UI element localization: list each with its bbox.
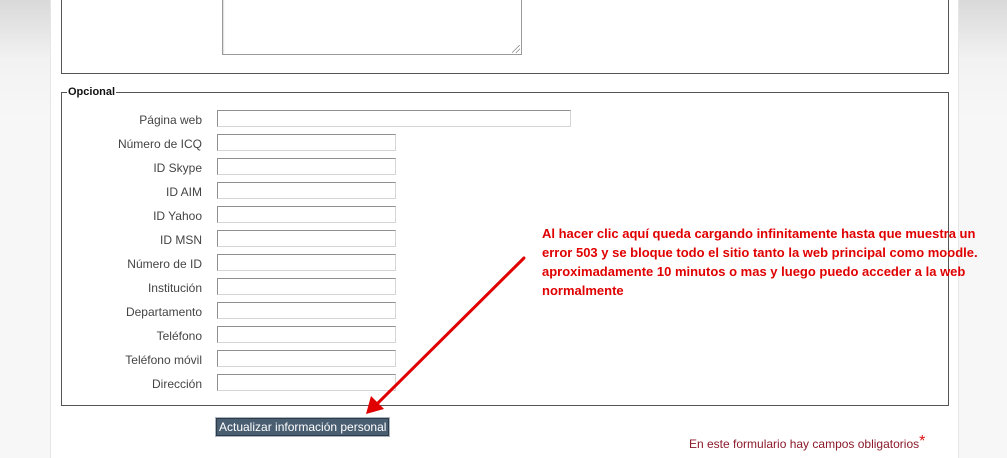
field-row-mobile-phone: Teléfono móvil — [62, 350, 948, 372]
id-number-label: Número de ID — [127, 257, 202, 271]
icq-input[interactable] — [217, 134, 396, 151]
institution-input[interactable] — [217, 278, 396, 295]
address-label: Dirección — [151, 377, 202, 391]
department-label: Departamento — [125, 305, 202, 319]
resize-handle-icon[interactable] — [512, 45, 520, 53]
field-row-address: Dirección — [62, 374, 948, 396]
description-fieldset — [61, 0, 949, 74]
field-row-icq: Número de ICQ — [62, 134, 948, 156]
field-row-department: Departamento — [62, 302, 948, 324]
field-row-phone: Teléfono — [62, 326, 948, 348]
msn-label: ID MSN — [160, 233, 202, 247]
phone-label: Teléfono — [156, 329, 202, 343]
web-page-label: Página web — [139, 113, 202, 127]
skype-label: ID Skype — [153, 161, 202, 175]
address-input[interactable] — [217, 374, 396, 391]
institution-label: Institución — [147, 281, 202, 295]
aim-label: ID AIM — [165, 185, 202, 199]
field-row-skype: ID Skype — [62, 158, 948, 180]
web-page-input[interactable] — [217, 110, 571, 127]
phone-input[interactable] — [217, 326, 396, 343]
yahoo-input[interactable] — [217, 206, 396, 223]
description-textarea[interactable] — [222, 0, 522, 55]
field-row-web-page: Página web — [62, 110, 948, 132]
id-number-input[interactable] — [217, 254, 396, 271]
department-input[interactable] — [217, 302, 396, 319]
icq-label: Número de ICQ — [117, 137, 202, 151]
aim-input[interactable] — [217, 182, 396, 199]
update-profile-button[interactable]: Actualizar información personal — [214, 417, 391, 437]
mobile-phone-label: Teléfono móvil — [125, 353, 202, 367]
required-fields-note: En este formulario hay campos obligatori… — [689, 433, 926, 453]
field-row-aim: ID AIM — [62, 182, 948, 204]
msn-input[interactable] — [217, 230, 396, 247]
required-star-icon: * — [919, 433, 926, 450]
mobile-phone-input[interactable] — [217, 350, 396, 367]
skype-input[interactable] — [217, 158, 396, 175]
yahoo-label: ID Yahoo — [153, 209, 202, 223]
required-fields-text: En este formulario hay campos obligatori… — [689, 437, 920, 451]
annotation-text: Al hacer clic aquí queda cargando infini… — [542, 226, 978, 298]
optional-legend: Opcional — [67, 85, 117, 99]
